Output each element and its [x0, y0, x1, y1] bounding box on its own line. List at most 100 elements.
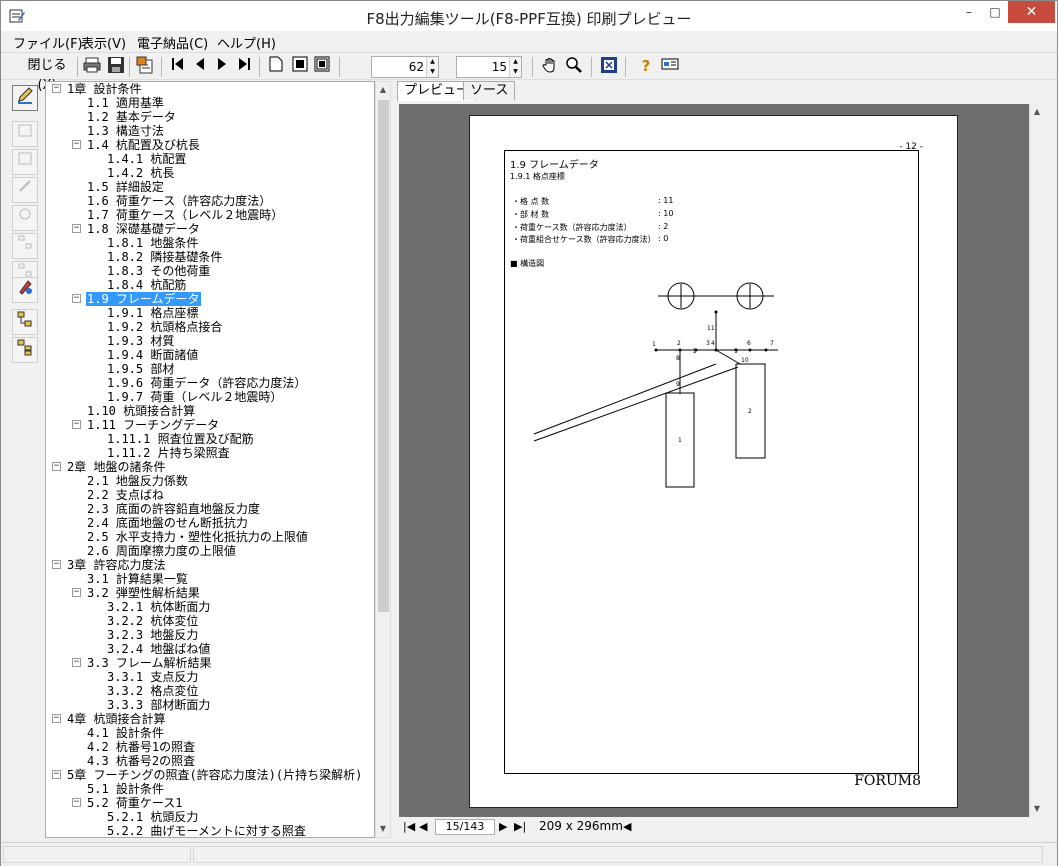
tree-item-label: 5.1 設計条件: [87, 782, 164, 796]
tree-scroll-thumb[interactable]: [378, 100, 389, 612]
page-spinner[interactable]: 15 ▲ ▼: [456, 56, 522, 78]
status-bar: [1, 842, 1057, 866]
hand-icon[interactable]: [539, 56, 561, 78]
last-page-icon[interactable]: [233, 56, 255, 78]
two-page-icon[interactable]: [289, 56, 311, 78]
tree-item-label: 1.8 深礎基礎データ: [87, 222, 200, 236]
pen-icon: [18, 87, 33, 104]
multi-page-icon[interactable]: [311, 56, 333, 78]
node-label: 4: [711, 340, 715, 347]
tree-item-label: 2.3 底面の許容鉛直地盤反力度: [87, 502, 260, 516]
node-label: 3: [706, 340, 710, 347]
menu-electronic-delivery[interactable]: 電子納品(C): [137, 33, 208, 52]
tree-item-label: 5章 フーチングの照査(許容応力度法)(片持ち梁解析): [67, 768, 363, 782]
separator: [77, 57, 78, 77]
fit-icon[interactable]: [598, 56, 620, 78]
app-window: F8出力編集ツール(F8-PPF互換) 印刷プレビュー – □ ✕ ファイル(F…: [0, 0, 1058, 866]
separator: [532, 57, 533, 77]
tree-item-label: 1.4 杭配置及び杭長: [87, 138, 200, 152]
prev-page-icon[interactable]: [189, 56, 211, 78]
window-title: F8出力編集ツール(F8-PPF互換) 印刷プレビュー: [366, 10, 692, 28]
chapter-tree[interactable]: −1章 設計条件 1.1 適用基準 1.2 基本データ 1.3 構造寸法 −1.4 杭配…: [45, 81, 375, 838]
save-icon[interactable]: [105, 56, 127, 78]
separator: [129, 57, 130, 77]
tree-item-label: 1.9.1 格点座標: [107, 306, 199, 320]
tool-button-6[interactable]: [12, 233, 38, 259]
single-page-icon[interactable]: [265, 56, 287, 78]
expand-toggle[interactable]: −: [72, 658, 81, 667]
tab-source[interactable]: ソース: [463, 81, 516, 100]
tree-item-label: 1.11.2 片持ち梁照査: [107, 446, 230, 460]
tree-item-label: 1.9.7 荷重（レベル２地震時）: [107, 390, 283, 404]
expand-toggle[interactable]: −: [72, 420, 81, 429]
tree-item-label: 1.8.2 隣接基礎条件: [107, 250, 223, 264]
paint-icon: [19, 280, 32, 295]
tool-button-4[interactable]: [12, 177, 38, 203]
info-icon[interactable]: [659, 56, 681, 78]
menu-view[interactable]: 表示(V): [81, 33, 126, 52]
print-icon[interactable]: [81, 56, 103, 78]
next-page-icon[interactable]: [211, 56, 233, 78]
scroll-down-arrow[interactable]: ▼: [376, 821, 390, 837]
node-label: 5: [734, 348, 738, 355]
expand-toggle[interactable]: −: [52, 462, 61, 471]
help-icon[interactable]: ?: [635, 56, 657, 78]
next-page-icon[interactable]: ▶: [499, 820, 507, 833]
page-icon: [18, 152, 32, 165]
tree-collapse-button[interactable]: [12, 337, 38, 363]
color-tool-button[interactable]: [12, 277, 38, 303]
zoom-icon[interactable]: [563, 56, 585, 78]
tool-button-5[interactable]: [12, 205, 38, 231]
tree-item-label: 1.3 構造寸法: [87, 124, 164, 138]
tree-item-label: 3.3 フレーム解析結果: [87, 656, 212, 670]
tree-item-label: 1.10 杭頭接合計算: [87, 404, 196, 418]
expand-toggle[interactable]: −: [72, 140, 81, 149]
node-label: 6: [747, 340, 751, 347]
prev-page-icon[interactable]: ◀: [419, 820, 427, 833]
tree-expand-button[interactable]: [12, 309, 38, 335]
zoom-spinner[interactable]: 62 ▲ ▼: [371, 56, 439, 78]
menu-file[interactable]: ファイル(F): [13, 33, 83, 52]
expand-toggle[interactable]: −: [72, 224, 81, 233]
preview-vertical-scrollbar[interactable]: ▲ ▼: [1029, 104, 1046, 817]
maximize-button[interactable]: □: [982, 1, 1008, 23]
tree-scrollbar[interactable]: ▲ ▼: [375, 81, 391, 838]
tree-item-label: 4.2 杭番号1の照査: [87, 740, 196, 754]
tree-item-label: 1.8.3 その他荷重: [107, 264, 211, 278]
expand-toggle[interactable]: −: [72, 798, 81, 807]
expand-toggle[interactable]: −: [52, 560, 61, 569]
scroll-up-arrow[interactable]: ▲: [1030, 104, 1044, 120]
first-page-icon[interactable]: |◀: [403, 820, 415, 833]
tree-item-label: 3.2.3 地盤反力: [107, 628, 199, 642]
tool-button-3[interactable]: [12, 149, 38, 175]
expand-toggle[interactable]: −: [72, 588, 81, 597]
first-page-icon[interactable]: [167, 56, 189, 78]
tree-item-label: 1.11 フーチングデータ: [87, 418, 220, 432]
node-label: 9: [676, 381, 680, 388]
edit-tool-button[interactable]: [12, 85, 38, 111]
minimize-button[interactable]: –: [956, 1, 982, 23]
tree-item-label: 1.9.4 断面諸値: [107, 348, 199, 362]
tool-button-2[interactable]: [12, 121, 38, 147]
tree-item-label: 3.2 弾塑性解析結果: [87, 586, 200, 600]
close-button[interactable]: 閉じる(X): [21, 56, 73, 93]
scroll-left-arrow[interactable]: ◀: [623, 820, 631, 833]
page-spin-arrows[interactable]: ▲ ▼: [509, 57, 521, 77]
tree-item-label: 1.4.2 杭長: [107, 166, 175, 180]
last-page-icon[interactable]: ▶|: [514, 820, 526, 833]
expand-toggle[interactable]: −: [52, 84, 61, 93]
close-window-button[interactable]: ✕: [1008, 1, 1055, 23]
export-icon[interactable]: [134, 56, 156, 78]
expand-toggle[interactable]: −: [52, 770, 61, 779]
expand-toggle[interactable]: −: [52, 714, 61, 723]
scroll-down-arrow[interactable]: ▼: [1030, 801, 1044, 817]
tree-item-label: 5.2 荷重ケース1: [87, 796, 183, 810]
status-cell: [3, 846, 191, 863]
menu-help[interactable]: ヘルプ(H): [217, 33, 276, 52]
zoom-spin-arrows[interactable]: ▲ ▼: [426, 57, 438, 77]
separator: [339, 57, 340, 77]
scroll-up-arrow[interactable]: ▲: [376, 82, 390, 98]
page-indicator[interactable]: 15/143: [435, 819, 495, 835]
expand-toggle[interactable]: −: [72, 294, 81, 303]
structure-diagram: 1 2 2 3 4 5 6 7 8 9 10 11 1 2: [533, 282, 778, 488]
